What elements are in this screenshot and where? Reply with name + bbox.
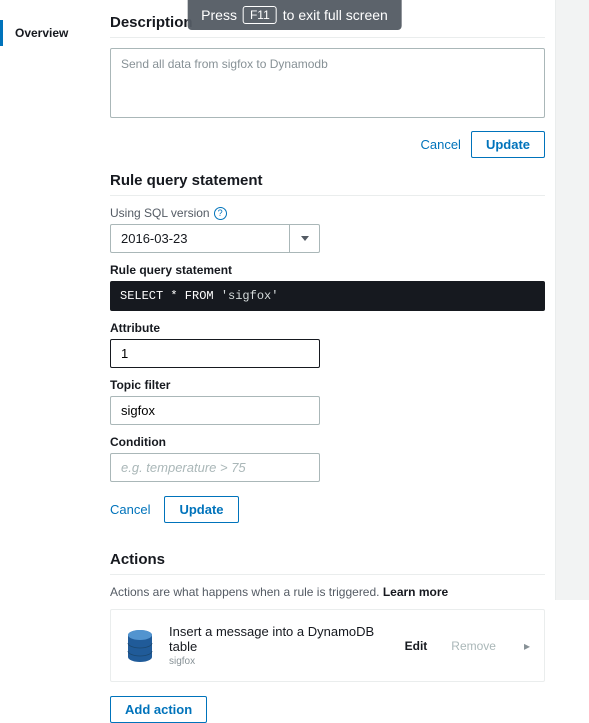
condition-label: Condition <box>110 435 545 449</box>
tab-overview[interactable]: Overview <box>0 20 100 46</box>
fullscreen-key: F11 <box>243 6 277 24</box>
sql-version-value: 2016-03-23 <box>110 224 290 253</box>
fullscreen-suffix: to exit full screen <box>283 7 388 23</box>
right-gutter <box>555 0 589 600</box>
sql-version-label-text: Using SQL version <box>110 206 210 220</box>
left-nav: Overview <box>0 0 100 600</box>
sql-version-select[interactable]: 2016-03-23 <box>110 224 320 253</box>
actions-help-prefix: Actions are what happens when a rule is … <box>110 585 383 599</box>
divider <box>110 574 545 575</box>
action-item: Insert a message into a DynamoDB table s… <box>110 609 545 682</box>
rqs-heading: Rule query statement <box>110 172 545 189</box>
fullscreen-notice: Press F11 to exit full screen <box>187 0 402 30</box>
main-content: Description Send all data from sigfox to… <box>100 0 555 600</box>
condition-input[interactable] <box>110 453 320 482</box>
attribute-label: Attribute <box>110 321 545 335</box>
rqs-cancel-button[interactable]: Cancel <box>110 502 150 517</box>
code-string: 'sigfox' <box>221 289 279 303</box>
actions-help-text: Actions are what happens when a rule is … <box>110 585 545 599</box>
divider <box>110 37 545 38</box>
fullscreen-prefix: Press <box>201 7 237 23</box>
action-title: Insert a message into a DynamoDB table <box>169 624 391 654</box>
sql-version-label: Using SQL version ? <box>110 206 545 220</box>
rule-query-code: SELECT * FROM 'sigfox' <box>110 281 545 311</box>
info-icon[interactable]: ? <box>214 207 227 220</box>
description-cancel-button[interactable]: Cancel <box>420 137 460 152</box>
chevron-right-icon[interactable]: ▸ <box>524 639 530 653</box>
chevron-down-icon[interactable] <box>290 224 320 253</box>
dynamodb-icon <box>125 629 155 663</box>
topic-filter-label: Topic filter <box>110 378 545 392</box>
description-update-button[interactable]: Update <box>471 131 545 158</box>
add-action-button[interactable]: Add action <box>110 696 207 723</box>
code-keyword: SELECT * FROM <box>120 289 214 303</box>
statement-label: Rule query statement <box>110 263 545 277</box>
action-edit-button[interactable]: Edit <box>405 639 428 653</box>
topic-filter-input[interactable] <box>110 396 320 425</box>
learn-more-link[interactable]: Learn more <box>383 585 448 599</box>
actions-heading: Actions <box>110 551 545 568</box>
attribute-input[interactable] <box>110 339 320 368</box>
rqs-update-button[interactable]: Update <box>164 496 238 523</box>
action-remove-button: Remove <box>451 639 496 653</box>
description-textarea[interactable]: Send all data from sigfox to Dynamodb <box>110 48 545 118</box>
action-subtitle: sigfox <box>169 656 391 667</box>
divider <box>110 195 545 196</box>
